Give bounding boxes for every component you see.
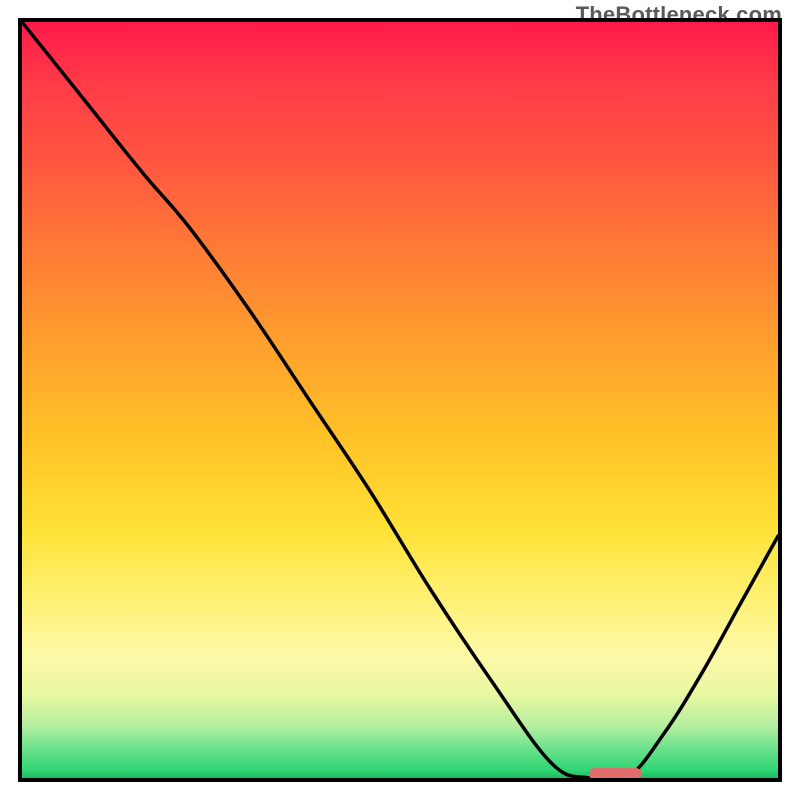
curve-layer [22, 22, 778, 778]
bottleneck-curve-path [22, 22, 778, 778]
plot-area [18, 18, 782, 782]
optimum-marker [589, 768, 642, 780]
bottleneck-chart: TheBottleneck.com [0, 0, 800, 800]
